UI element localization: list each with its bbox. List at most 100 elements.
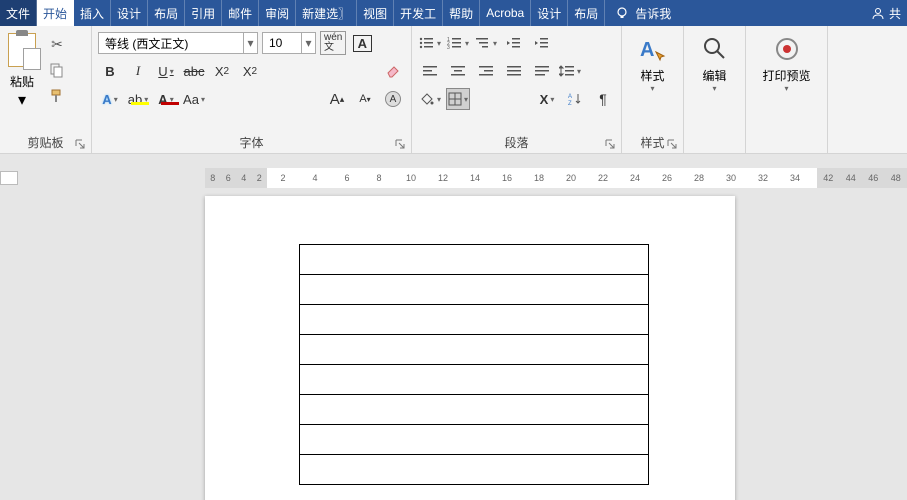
tab-acrobat[interactable]: Acroba xyxy=(480,0,531,26)
character-border-button[interactable]: A xyxy=(350,32,374,54)
text-effects-button[interactable]: A▾ xyxy=(98,88,122,110)
print-preview-button[interactable]: 打印预览 ▾ xyxy=(748,29,825,135)
show-marks-button[interactable]: ¶ xyxy=(591,88,615,110)
lightbulb-icon xyxy=(615,6,629,20)
chevron-down-icon: ▾ xyxy=(301,33,315,53)
table-row[interactable] xyxy=(300,455,649,485)
tab-review[interactable]: 审阅 xyxy=(259,0,296,26)
ruler-right-margin: 42444648 xyxy=(817,168,907,188)
table-row[interactable] xyxy=(300,335,649,365)
tab-table-design[interactable]: 设计 xyxy=(531,0,568,26)
align-left-button[interactable] xyxy=(418,60,442,82)
tab-layout[interactable]: 布局 xyxy=(148,0,185,26)
styles-dialog-launcher[interactable] xyxy=(665,137,679,151)
borders-button[interactable]: ▾ xyxy=(446,88,470,110)
shading-button[interactable]: ▾ xyxy=(418,88,442,110)
font-color-button[interactable]: A▾ xyxy=(154,88,178,110)
font-family-value: 等线 (西文正文) xyxy=(99,35,243,52)
group-styles: A 样式 ▾ 样式 xyxy=(622,26,684,153)
document-page[interactable] xyxy=(205,196,735,500)
phonetic-guide-button[interactable]: wén文 xyxy=(320,32,346,54)
grow-font-button[interactable]: A▴ xyxy=(325,88,349,110)
tab-developer[interactable]: 开发工 xyxy=(394,0,443,26)
shrink-font-button[interactable]: A▾ xyxy=(353,88,377,110)
bullets-button[interactable]: ▾ xyxy=(418,32,442,54)
tab-newtab[interactable]: 新建选〗 xyxy=(296,0,357,26)
tab-insert[interactable]: 插入 xyxy=(74,0,111,26)
ruler-body: 246810121416182022242628303234363840 xyxy=(267,168,907,188)
group-clipboard: 粘贴 ▾ ✂ 剪贴板 xyxy=(0,26,92,153)
tab-design[interactable]: 设计 xyxy=(111,0,148,26)
table-row[interactable] xyxy=(300,245,649,275)
outdent-icon xyxy=(506,36,522,50)
superscript-button[interactable]: X2 xyxy=(238,60,262,82)
tab-selector[interactable] xyxy=(0,171,18,185)
chevron-down-icon: ▾ xyxy=(243,33,257,53)
tab-file[interactable]: 文件 xyxy=(0,0,37,26)
sort-icon: AZ xyxy=(568,92,582,106)
increase-indent-button[interactable] xyxy=(530,32,554,54)
change-case-button[interactable]: Aa▾ xyxy=(182,88,206,110)
svg-text:A: A xyxy=(640,39,654,61)
pilcrow-icon: ¶ xyxy=(599,91,607,107)
tab-help[interactable]: 帮助 xyxy=(443,0,480,26)
print-preview-label: 打印预览 xyxy=(762,67,810,84)
eraser-icon xyxy=(384,63,402,79)
bold-button[interactable]: B xyxy=(98,60,122,82)
edit-button[interactable]: 编辑 ▾ xyxy=(686,29,743,135)
decrease-indent-button[interactable] xyxy=(502,32,526,54)
numbering-button[interactable]: 123▾ xyxy=(446,32,470,54)
paragraph-group-label: 段落 xyxy=(504,136,528,150)
chevron-down-icon: ▾ xyxy=(784,84,788,93)
horizontal-ruler[interactable]: 8642 24681012141618202224262830323436384… xyxy=(205,168,907,188)
edit-label: 编辑 xyxy=(702,67,726,84)
clipboard-group-label: 剪贴板 xyxy=(27,136,63,150)
enclose-characters-button[interactable]: A xyxy=(381,88,405,110)
underline-button[interactable]: U▾ xyxy=(154,60,178,82)
styles-label: 样式 xyxy=(640,67,664,84)
font-dialog-launcher[interactable] xyxy=(393,137,407,151)
copy-button[interactable] xyxy=(46,59,68,81)
tab-home[interactable]: 开始 xyxy=(37,0,74,26)
align-distributed-button[interactable] xyxy=(530,60,554,82)
highlight-button[interactable]: ab▾ xyxy=(126,88,150,110)
ribbon-tabs: 文件 开始 插入 设计 布局 引用 邮件 审阅 新建选〗 视图 开发工 帮助 A… xyxy=(0,0,907,26)
align-center-button[interactable] xyxy=(446,60,470,82)
group-editing: 编辑 ▾ xyxy=(684,26,746,153)
document-table[interactable] xyxy=(299,244,649,485)
tab-table-layout[interactable]: 布局 xyxy=(568,0,605,26)
bullets-icon xyxy=(419,36,435,50)
clipboard-dialog-launcher[interactable] xyxy=(73,137,87,151)
font-size-combo[interactable]: 10 ▾ xyxy=(262,32,316,54)
tab-view[interactable]: 视图 xyxy=(357,0,394,26)
clear-formatting-button[interactable] xyxy=(381,60,405,82)
table-row[interactable] xyxy=(300,395,649,425)
align-right-button[interactable] xyxy=(474,60,498,82)
font-family-combo[interactable]: 等线 (西文正文) ▾ xyxy=(98,32,258,54)
subscript-button[interactable]: X2 xyxy=(210,60,234,82)
find-icon xyxy=(699,33,731,65)
strikethrough-button[interactable]: abc xyxy=(182,60,206,82)
table-row[interactable] xyxy=(300,365,649,395)
ruler-left-margin: 8642 xyxy=(205,168,267,188)
tell-me-search[interactable]: 告诉我 xyxy=(605,0,677,26)
format-painter-button[interactable] xyxy=(46,85,68,107)
styles-button[interactable]: A 样式 ▾ xyxy=(624,29,681,132)
table-row[interactable] xyxy=(300,305,649,335)
italic-button[interactable]: I xyxy=(126,60,150,82)
svg-text:Z: Z xyxy=(568,101,572,106)
paste-button[interactable]: 粘贴 ▾ xyxy=(2,29,42,132)
cut-button[interactable]: ✂ xyxy=(46,33,68,55)
table-row[interactable] xyxy=(300,275,649,305)
group-paragraph: ▾ 123▾ ▾ ▾ ▾ ▾ X xyxy=(412,26,622,153)
table-row[interactable] xyxy=(300,425,649,455)
account-button[interactable]: 共 xyxy=(865,0,907,26)
multilevel-list-button[interactable]: ▾ xyxy=(474,32,498,54)
line-spacing-button[interactable]: ▾ xyxy=(558,60,582,82)
asian-layout-button[interactable]: X▾ xyxy=(535,88,559,110)
tab-references[interactable]: 引用 xyxy=(185,0,222,26)
paragraph-dialog-launcher[interactable] xyxy=(603,137,617,151)
sort-button[interactable]: AZ xyxy=(563,88,587,110)
align-justify-button[interactable] xyxy=(502,60,526,82)
tab-mailings[interactable]: 邮件 xyxy=(222,0,259,26)
